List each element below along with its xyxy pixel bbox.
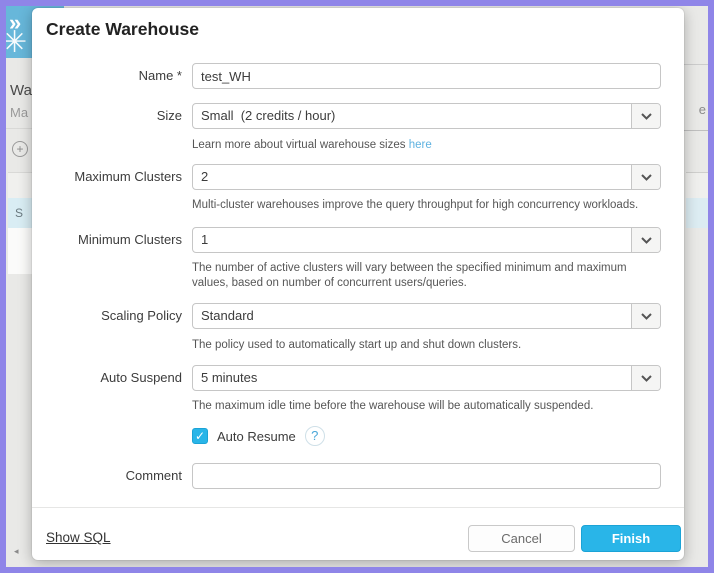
background-right-divider [684, 64, 708, 65]
scaling-policy-select-value: Standard [193, 304, 631, 328]
min-clusters-helper-line2: values, based on number of concurrent us… [192, 276, 692, 291]
name-input[interactable] [192, 63, 661, 89]
chevron-down-icon [631, 366, 660, 390]
size-helper-link[interactable]: here [409, 139, 432, 151]
name-label: Name * [32, 63, 182, 89]
scaling-policy-helper: The policy used to automatically start u… [192, 338, 692, 353]
create-warehouse-dialog: Create Warehouse Name * Size Small (2 cr… [32, 8, 684, 560]
background-right-table-header [686, 172, 708, 198]
auto-suspend-select-value: 5 minutes [193, 366, 631, 390]
chevron-down-icon [631, 165, 660, 189]
create-plus-icon: + [12, 141, 28, 157]
scaling-policy-select[interactable]: Standard [192, 303, 661, 329]
auto-suspend-helper: The maximum idle time before the warehou… [192, 399, 692, 414]
max-clusters-select-value: 2 [193, 165, 631, 189]
background-table-row [8, 228, 33, 274]
background-right-divider [684, 130, 708, 131]
background-page-subheading: Ma [10, 105, 28, 120]
show-sql-link[interactable]: Show SQL [46, 530, 111, 545]
footer-divider [32, 507, 684, 508]
background-selected-row: S [8, 198, 33, 228]
max-clusters-label: Maximum Clusters [32, 164, 182, 190]
chevron-down-icon [631, 104, 660, 128]
size-select-value: Small (2 credits / hour) [193, 104, 631, 128]
background-divider [6, 128, 33, 129]
min-clusters-helper-line1: The number of active clusters will vary … [192, 261, 692, 276]
size-select[interactable]: Small (2 credits / hour) [192, 103, 661, 129]
scrollbar-left-arrow-icon: ◂ [14, 546, 19, 557]
comment-label: Comment [32, 463, 182, 489]
finish-button[interactable]: Finish [581, 525, 681, 552]
min-clusters-select[interactable]: 1 [192, 227, 661, 253]
help-question-icon[interactable]: ? [305, 426, 325, 446]
background-right-text: e [699, 102, 706, 117]
background-page-heading: Wa [10, 82, 32, 99]
auto-resume-checkbox[interactable]: ✓ [192, 428, 208, 444]
app-window: » ✳ Wa Ma + S ◂ e Create Warehouse Name … [0, 0, 714, 573]
max-clusters-select[interactable]: 2 [192, 164, 661, 190]
min-clusters-label: Minimum Clusters [32, 227, 182, 253]
size-label: Size [32, 103, 182, 129]
size-helper: Learn more about virtual warehouse sizes… [192, 138, 692, 153]
min-clusters-helper: The number of active clusters will vary … [192, 261, 692, 291]
dialog-title: Create Warehouse [46, 19, 199, 40]
auto-resume-label: Auto Resume [217, 429, 296, 444]
size-helper-text: Learn more about virtual warehouse sizes [192, 139, 409, 151]
chevron-down-icon [631, 304, 660, 328]
cancel-button[interactable]: Cancel [468, 525, 575, 552]
chevron-down-icon [631, 228, 660, 252]
auto-suspend-select[interactable]: 5 minutes [192, 365, 661, 391]
background-table-header [8, 172, 33, 198]
min-clusters-select-value: 1 [193, 228, 631, 252]
auto-resume-row: ✓ Auto Resume ? [192, 426, 325, 446]
scaling-policy-label: Scaling Policy [32, 303, 182, 329]
comment-input[interactable] [192, 463, 661, 489]
snowflake-flake-icon: ✳ [6, 28, 27, 58]
max-clusters-helper: Multi-cluster warehouses improve the que… [192, 198, 692, 213]
auto-suspend-label: Auto Suspend [32, 365, 182, 391]
